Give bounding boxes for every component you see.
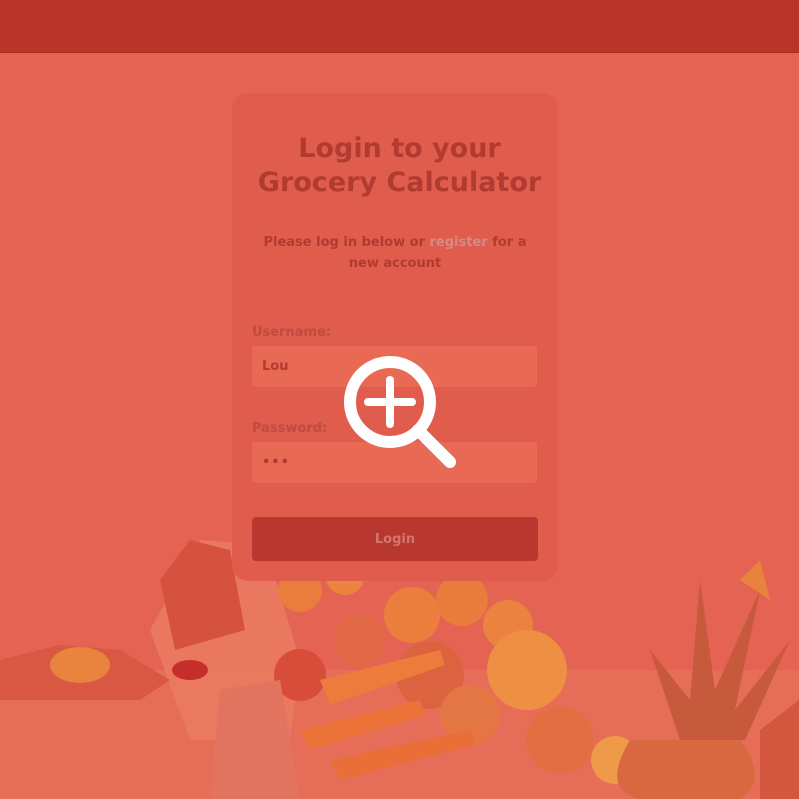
title-line-2: Grocery Calculator xyxy=(257,167,542,198)
instructions-text-before: Please log in below or xyxy=(263,235,430,250)
password-label: Password: xyxy=(252,421,328,436)
login-button[interactable]: Login xyxy=(252,517,538,561)
page-title: Login to your Grocery Calculator xyxy=(0,132,799,200)
top-navigation-bar xyxy=(0,0,799,53)
login-instructions: Please log in below or register for a ne… xyxy=(255,232,535,274)
username-label: Username: xyxy=(252,325,332,340)
title-line-1: Login to your xyxy=(298,133,501,164)
register-link[interactable]: register xyxy=(430,235,488,250)
zoom-in-icon[interactable] xyxy=(340,352,462,474)
